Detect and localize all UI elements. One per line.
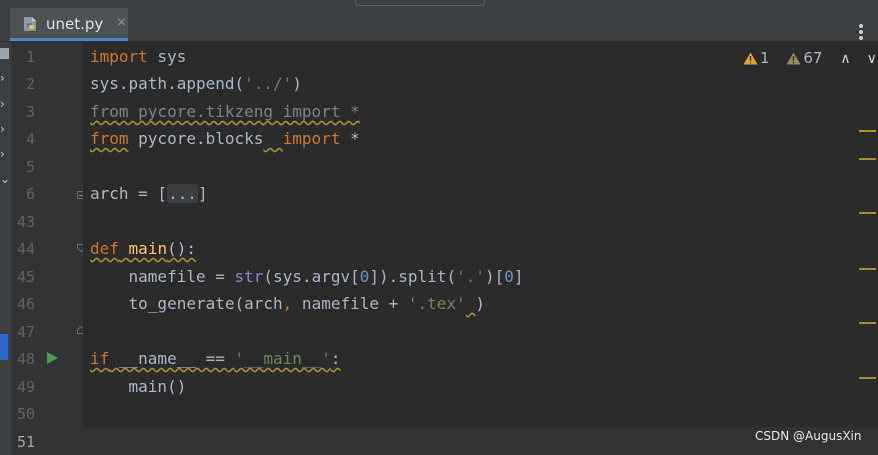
number-literal: 0 [359, 267, 370, 286]
string-literal: '.' [456, 267, 485, 286]
file-icon [0, 48, 9, 59]
code-line-46: to_generate(arch, namefile + '.tex' ) [90, 294, 485, 314]
code-text: ]).split( [369, 267, 457, 286]
number-literal: 0 [504, 267, 514, 286]
code-line-3: from pycore.tikzeng import * [90, 102, 360, 122]
code-editor[interactable]: import sys sys.path.append('../') from p… [83, 42, 878, 455]
python-file-icon [24, 17, 36, 31]
line-number: 6 [25, 185, 35, 203]
code-text: to_generate(arch [90, 294, 283, 313]
error-warning-icon [743, 52, 758, 65]
code-line-2: sys.path.append('../') [90, 74, 302, 94]
line-number-current: 51 [16, 433, 35, 451]
code-text: namefile = [90, 267, 235, 286]
code-text: pycore.blocks [128, 129, 264, 148]
keyword: from [90, 129, 129, 148]
code-line-1: import sys [90, 47, 186, 67]
chevron-down-icon[interactable]: ∨ [867, 51, 877, 67]
warning-marker[interactable] [859, 377, 876, 379]
code-text: namefile + [292, 294, 408, 313]
line-number: 45 [16, 268, 35, 286]
builtin: str [234, 267, 264, 286]
code-line-45: namefile = str(sys.argv[0]).split('.')[0… [90, 267, 524, 287]
string-literal: '.tex' [407, 294, 466, 313]
line-number: 50 [16, 405, 35, 423]
line-number: 48 [16, 350, 35, 368]
code-text: ] [513, 267, 524, 286]
string-literal: '__main__' [234, 349, 331, 368]
code-text: (sys.argv[ [263, 267, 360, 286]
warning-marker[interactable] [859, 212, 876, 214]
code-line-44: def main(): [90, 239, 196, 259]
code-text: )[ [484, 267, 505, 286]
line-number: 43 [16, 213, 35, 231]
warning-marker[interactable] [859, 268, 876, 270]
code-text: ] [197, 184, 208, 203]
warning-count: 67 [803, 49, 823, 67]
line-number: 46 [16, 295, 35, 313]
line-number-gutter: 1 2 3 4 5 6 43 44 45 46 47 48 49 50 51 [11, 42, 85, 455]
keyword: def [90, 239, 119, 258]
code-text: * [340, 129, 360, 148]
project-tool-strip: › › › › ⌄ [0, 42, 11, 455]
code-line-4: from pycore.blocks import * [90, 129, 360, 149]
line-number: 47 [16, 323, 35, 341]
title-bar-widget [355, 0, 485, 6]
editor-tab-bar: unet.py × [0, 8, 878, 42]
run-icon[interactable] [47, 352, 58, 364]
selected-indicator [0, 334, 8, 360]
code-text: : [330, 349, 341, 368]
code-text: ) [475, 294, 485, 313]
line-number: 44 [16, 240, 35, 258]
code-line-6: arch = [...] [90, 184, 208, 204]
close-icon[interactable]: × [116, 15, 127, 30]
folded-region[interactable]: ... [167, 184, 198, 203]
code-text: ) [292, 74, 302, 93]
line-number: 1 [25, 48, 35, 66]
inspection-widget[interactable]: 1 67 ∧ ∨ [743, 49, 878, 67]
watermark: CSDN @AugusXin [755, 429, 862, 443]
warning-marker[interactable] [859, 158, 876, 160]
code-text: main() [90, 377, 187, 396]
chevron-right-icon[interactable]: › [0, 97, 5, 111]
unused-import-text: from pycore.tikzeng import * [90, 102, 360, 121]
line-number: 2 [25, 75, 35, 93]
line-number: 3 [25, 103, 35, 121]
chevron-right-icon[interactable]: › [0, 147, 5, 161]
keyword: import [282, 129, 341, 148]
warning-marker[interactable] [859, 130, 876, 132]
punctuation: , [282, 294, 293, 313]
code-text: (): [167, 239, 196, 258]
error-count: 1 [760, 49, 770, 67]
title-bar [0, 0, 878, 8]
line-number: 49 [16, 378, 35, 396]
code-text: __name__ == [109, 349, 235, 368]
keyword: if [90, 349, 110, 368]
code-text: arch = [ [90, 184, 168, 203]
code-line-48: if __name__ == '__main__': [90, 349, 340, 369]
chevron-right-icon[interactable]: › [0, 71, 5, 85]
warning-icon [786, 52, 801, 65]
code-text: sys [147, 47, 187, 66]
string-literal: '../' [244, 74, 293, 93]
tab-unet-py[interactable]: unet.py × [10, 8, 128, 41]
line-number: 4 [25, 130, 35, 148]
line-number: 5 [25, 158, 35, 176]
keyword: import [90, 47, 148, 66]
tab-label: unet.py [46, 15, 104, 33]
code-text: sys.path.append( [90, 74, 245, 93]
chevron-right-icon[interactable]: › [0, 122, 5, 136]
chevron-down-icon[interactable]: ⌄ [0, 172, 10, 186]
code-line-49: main() [90, 377, 187, 397]
warning-marker[interactable] [859, 322, 876, 324]
more-options-icon[interactable] [856, 24, 866, 42]
chevron-up-icon[interactable]: ∧ [840, 51, 850, 67]
function-name: main [128, 239, 168, 258]
